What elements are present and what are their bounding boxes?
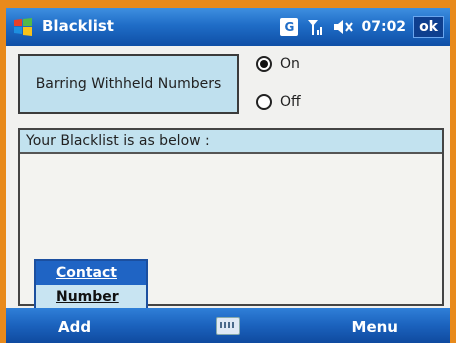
radio-on[interactable]: On: [256, 56, 300, 72]
blacklist-header: Your Blacklist is as below :: [20, 130, 442, 154]
radio-off[interactable]: Off: [256, 94, 301, 110]
barring-withheld-label: Barring Withheld Numbers: [18, 54, 239, 114]
radio-off-button[interactable]: [256, 94, 272, 110]
network-badge: G: [280, 18, 299, 36]
keyboard-icon[interactable]: [216, 317, 240, 335]
speaker-muted-icon[interactable]: [332, 17, 354, 37]
app-title: Blacklist: [42, 17, 114, 35]
signal-icon[interactable]: [305, 17, 325, 37]
ok-button[interactable]: ok: [413, 16, 444, 38]
menu-item-contact[interactable]: Contact: [36, 261, 146, 285]
add-popup-menu: Contact Number: [34, 259, 148, 311]
radio-on-label: On: [280, 56, 300, 72]
clock[interactable]: 07:02: [361, 19, 406, 35]
windows-start-icon[interactable]: [12, 16, 34, 38]
title-bar: Blacklist G 07:02 ok: [6, 8, 450, 46]
status-area: G 07:02 ok: [280, 14, 444, 40]
radio-on-button[interactable]: [256, 56, 272, 72]
menu-item-number[interactable]: Number: [36, 285, 146, 309]
menu-softkey[interactable]: Menu: [352, 318, 398, 336]
add-softkey[interactable]: Add: [58, 318, 91, 336]
softkey-bar: Add Menu: [6, 308, 450, 343]
radio-off-label: Off: [280, 94, 301, 110]
radio-selected-dot: [260, 60, 268, 68]
